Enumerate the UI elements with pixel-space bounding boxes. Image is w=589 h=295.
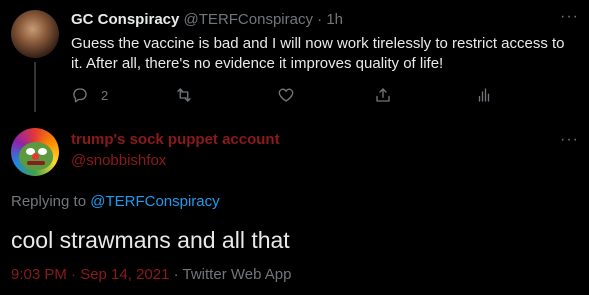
avatar-snobbishfox[interactable] (11, 128, 59, 176)
tweet2-timestamp[interactable]: 9:03 PM · Sep 14, 2021 (11, 266, 169, 283)
tweet2-handle[interactable]: @snobbishfox (71, 152, 166, 169)
tweet2-text: cool strawmans and all that (11, 227, 290, 253)
replying-prefix: Replying to (11, 193, 87, 210)
tweet2-display-name[interactable]: trump's sock puppet account (71, 131, 280, 148)
tweet2-more-icon[interactable]: ··· (560, 131, 579, 149)
tweet1-handle[interactable]: @TERFConspiracy (184, 11, 313, 28)
reply-icon (73, 88, 87, 103)
tweet1-display-name[interactable]: GC Conspiracy (71, 11, 179, 28)
avatar-gc-conspiracy[interactable] (11, 10, 59, 58)
share-icon (376, 88, 390, 102)
analytics-icon (478, 88, 490, 102)
analytics-button[interactable] (475, 86, 493, 104)
replying-to-mention[interactable]: @TERFConspiracy (90, 193, 219, 210)
clown-nose (32, 153, 39, 160)
tweet1-text: Guess the vaccine is bad and I will now … (71, 35, 565, 72)
retweet-button[interactable] (175, 86, 193, 104)
replying-to-line: Replying to @TERFConspiracy (11, 193, 220, 210)
frog-right-eye (38, 148, 47, 155)
tweet1-separator: · (317, 11, 323, 28)
tweet2-meta-separator: · (173, 266, 179, 283)
tweet2-meta: 9:03 PM · Sep 14, 2021 · Twitter Web App (11, 266, 291, 283)
share-button[interactable] (374, 86, 392, 104)
retweet-icon (177, 88, 191, 102)
frog-mouth (27, 161, 45, 165)
like-button[interactable] (277, 86, 295, 104)
tweet2-source-app[interactable]: Twitter Web App (183, 266, 292, 283)
reply-count: 2 (101, 87, 109, 103)
tweet1-time[interactable]: 1h (326, 11, 343, 28)
heart-icon (278, 88, 294, 102)
frog-avatar-image (19, 142, 53, 170)
thread-connector-line (34, 62, 36, 112)
tweet1-more-icon[interactable]: ··· (560, 8, 579, 26)
tweet1-action-bar: 2 (71, 86, 501, 106)
tweet1-header: GC Conspiracy @TERFConspiracy · 1h (71, 11, 343, 28)
reply-button[interactable]: 2 (71, 86, 108, 104)
